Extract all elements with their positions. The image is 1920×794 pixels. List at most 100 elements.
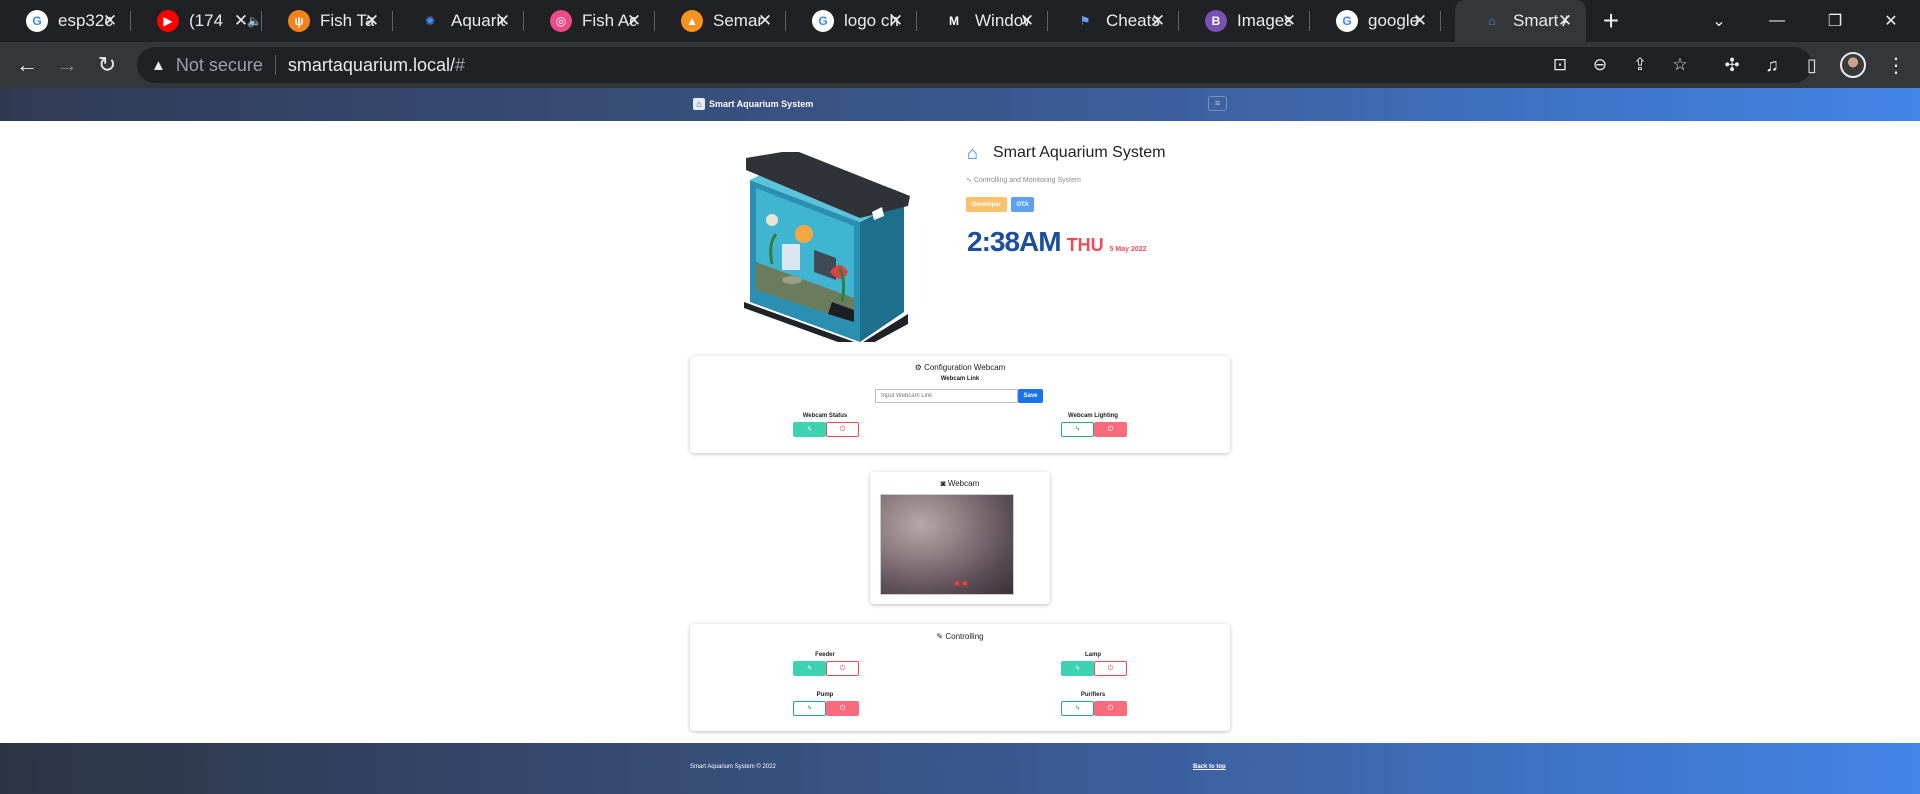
not-secure-label[interactable]: Not secure xyxy=(176,55,263,76)
medium-icon: M xyxy=(943,10,965,32)
clock: 2:38AM THU 5 May 2022 xyxy=(967,226,1147,258)
browser-tabstrip: + ⌄ — ❐ ✕ Gesp32ca✕▶(174🔈✕ψFish Tan✕✺Aqu… xyxy=(0,0,1920,42)
webcam-status-buttons: ϟ ⏻ xyxy=(793,422,859,437)
back-to-top-link[interactable]: Back to top xyxy=(1193,764,1226,770)
url-text[interactable]: smartaquarium.local/ xyxy=(288,55,455,76)
back-icon[interactable]: ← xyxy=(12,50,42,80)
webcam-lighting-on-button[interactable]: ϟ xyxy=(1061,422,1094,437)
close-tab-icon[interactable]: ✕ xyxy=(1409,10,1431,32)
webcam-lighting-label: Webcam Lighting xyxy=(1068,413,1118,419)
url-hash[interactable]: # xyxy=(455,55,465,76)
browser-tab[interactable]: ▶ (174 🔈 ✕ xyxy=(131,0,262,42)
bookmark-star-icon[interactable]: ☆ xyxy=(1669,54,1691,76)
webcam-lighting-off-button[interactable]: ⏻ xyxy=(1094,422,1127,437)
lamp-label: Lamp xyxy=(1084,652,1101,658)
google-icon: G xyxy=(1336,10,1358,32)
navbar-brand[interactable]: ⌂ Smart Aquarium System xyxy=(693,98,813,110)
pump-buttons: ϟ ⏻ xyxy=(793,701,859,716)
close-tab-icon[interactable]: ✕ xyxy=(754,10,776,32)
bolt-icon: ϟ xyxy=(807,426,812,433)
page-subtitle: ∿ Controlling and Monitoring System xyxy=(966,176,1081,184)
ota-badge[interactable]: OTA xyxy=(1011,197,1034,212)
zoom-out-icon[interactable]: ⊖ xyxy=(1589,54,1611,76)
webcam-status-on-button[interactable]: ϟ xyxy=(793,422,826,437)
browser-tab[interactable]: ⌂Smart A✕ xyxy=(1455,0,1586,42)
navbar-toggle-button[interactable]: ≡ xyxy=(1208,96,1227,111)
browser-tab[interactable]: MWindow✕ xyxy=(917,0,1048,42)
lamp-on-button[interactable]: ϟ xyxy=(1061,661,1094,676)
close-tab-icon[interactable]: ✕ xyxy=(1554,10,1576,32)
browser-tab[interactable]: ✺ Aquariu ✕ xyxy=(393,0,524,42)
close-tab-icon[interactable]: ✕ xyxy=(492,10,514,32)
site-navbar: ⌂ Smart Aquarium System ≡ xyxy=(0,88,1920,121)
browser-tab[interactable]: ◎ Fish Aq ✕ xyxy=(524,0,655,42)
feeder-on-button[interactable]: ϟ xyxy=(793,661,826,676)
purifiers-on-button[interactable]: ϟ xyxy=(1061,701,1094,716)
bolt-icon: ϟ xyxy=(1075,705,1080,712)
webcam-led xyxy=(963,582,967,585)
forward-icon[interactable]: → xyxy=(52,50,82,80)
minimize-icon[interactable]: — xyxy=(1748,0,1806,42)
rss-icon: ∿ xyxy=(966,177,972,184)
save-button[interactable]: Save xyxy=(1018,389,1043,403)
browser-toolbar: ← → ↻ ▲ Not secure smartaquarium.local/#… xyxy=(0,42,1920,88)
tab-search-icon[interactable]: ⌄ xyxy=(1690,0,1748,42)
browser-tab[interactable]: Gesp32ca✕ xyxy=(0,0,131,42)
lamp-off-button[interactable]: ⏻ xyxy=(1094,661,1127,676)
new-tab-button[interactable]: + xyxy=(1597,7,1625,35)
power-icon: ⏻ xyxy=(839,664,846,672)
webcam-link-input[interactable] xyxy=(875,389,1018,403)
browser-tab[interactable]: ▲ Semar I ✕ xyxy=(655,0,786,42)
close-tab-icon[interactable]: ✕ xyxy=(230,10,252,32)
webcam-status-label: Webcam Status xyxy=(802,413,848,419)
aquarium-illustration xyxy=(744,152,910,342)
reload-icon[interactable]: ↻ xyxy=(92,50,122,80)
close-tab-icon[interactable]: ✕ xyxy=(1278,10,1300,32)
fish-tank-site-icon: ψ xyxy=(288,10,310,32)
webcam-title: ◙ Webcam xyxy=(870,479,1050,488)
browser-tab[interactable]: Ggoogle ✕ xyxy=(1310,0,1441,42)
close-tab-icon[interactable]: ✕ xyxy=(361,10,383,32)
close-tab-icon[interactable]: ✕ xyxy=(1016,10,1038,32)
feeder-off-button[interactable]: ⏻ xyxy=(826,661,859,676)
share-icon[interactable]: ⇪ xyxy=(1629,54,1651,76)
browser-menu-icon[interactable]: ⋮ xyxy=(1886,53,1906,78)
browser-tab[interactable]: Glogo ch ✕ xyxy=(786,0,917,42)
feeder-buttons: ϟ ⏻ xyxy=(793,661,859,676)
pump-off-button[interactable]: ⏻ xyxy=(826,701,859,716)
close-tab-icon[interactable]: ✕ xyxy=(623,10,645,32)
close-window-icon[interactable]: ✕ xyxy=(1862,0,1920,42)
close-tab-icon[interactable]: ✕ xyxy=(99,10,121,32)
purifiers-off-button[interactable]: ⏻ xyxy=(1094,701,1127,716)
smart-home-icon: ⌂ xyxy=(1481,10,1503,32)
side-panel-icon[interactable]: ▯ xyxy=(1800,53,1824,77)
extensions-icon[interactable]: ✣ xyxy=(1720,53,1744,77)
webcam-feed[interactable] xyxy=(880,494,1014,595)
developer-badge[interactable]: Developer xyxy=(966,197,1007,212)
address-divider xyxy=(274,55,276,75)
close-tab-icon[interactable]: ✕ xyxy=(885,10,907,32)
semar-site-icon: ▲ xyxy=(681,10,703,32)
browser-tab[interactable]: ⚑Cheatsh✕ xyxy=(1048,0,1179,42)
smart-home-icon: ⌂ xyxy=(967,143,978,163)
profile-avatar[interactable] xyxy=(1840,52,1866,78)
translate-icon[interactable]: ⊡ xyxy=(1549,54,1571,76)
address-bar[interactable]: ▲ Not secure smartaquarium.local/# ⊡ ⊖ ⇪… xyxy=(137,47,1812,83)
page-title-text: Smart Aquarium System xyxy=(993,144,1166,161)
bolt-icon: ϟ xyxy=(1075,665,1080,672)
page-title: ⌂ Smart Aquarium System xyxy=(967,143,1166,163)
clock-day: THU xyxy=(1066,235,1104,255)
purifiers-buttons: ϟ ⏻ xyxy=(1061,701,1127,716)
pump-on-button[interactable]: ϟ xyxy=(793,701,826,716)
config-webcam-title: ⚙ Configuration Webcam xyxy=(690,363,1230,372)
webcam-led xyxy=(955,582,959,585)
close-tab-icon[interactable]: ✕ xyxy=(1147,10,1169,32)
webcam-lighting-buttons: ϟ ⏻ xyxy=(1061,422,1127,437)
power-icon: ⏻ xyxy=(1107,664,1114,672)
browser-tab[interactable]: ψFish Tan✕ xyxy=(262,0,393,42)
restore-icon[interactable]: ❐ xyxy=(1806,0,1864,42)
media-controls-icon[interactable]: ♫ xyxy=(1760,53,1784,77)
webcam-status-off-button[interactable]: ⏻ xyxy=(826,422,859,437)
browser-tab[interactable]: B Images ✕ xyxy=(1179,0,1310,42)
camera-icon: ◙ xyxy=(940,479,946,488)
